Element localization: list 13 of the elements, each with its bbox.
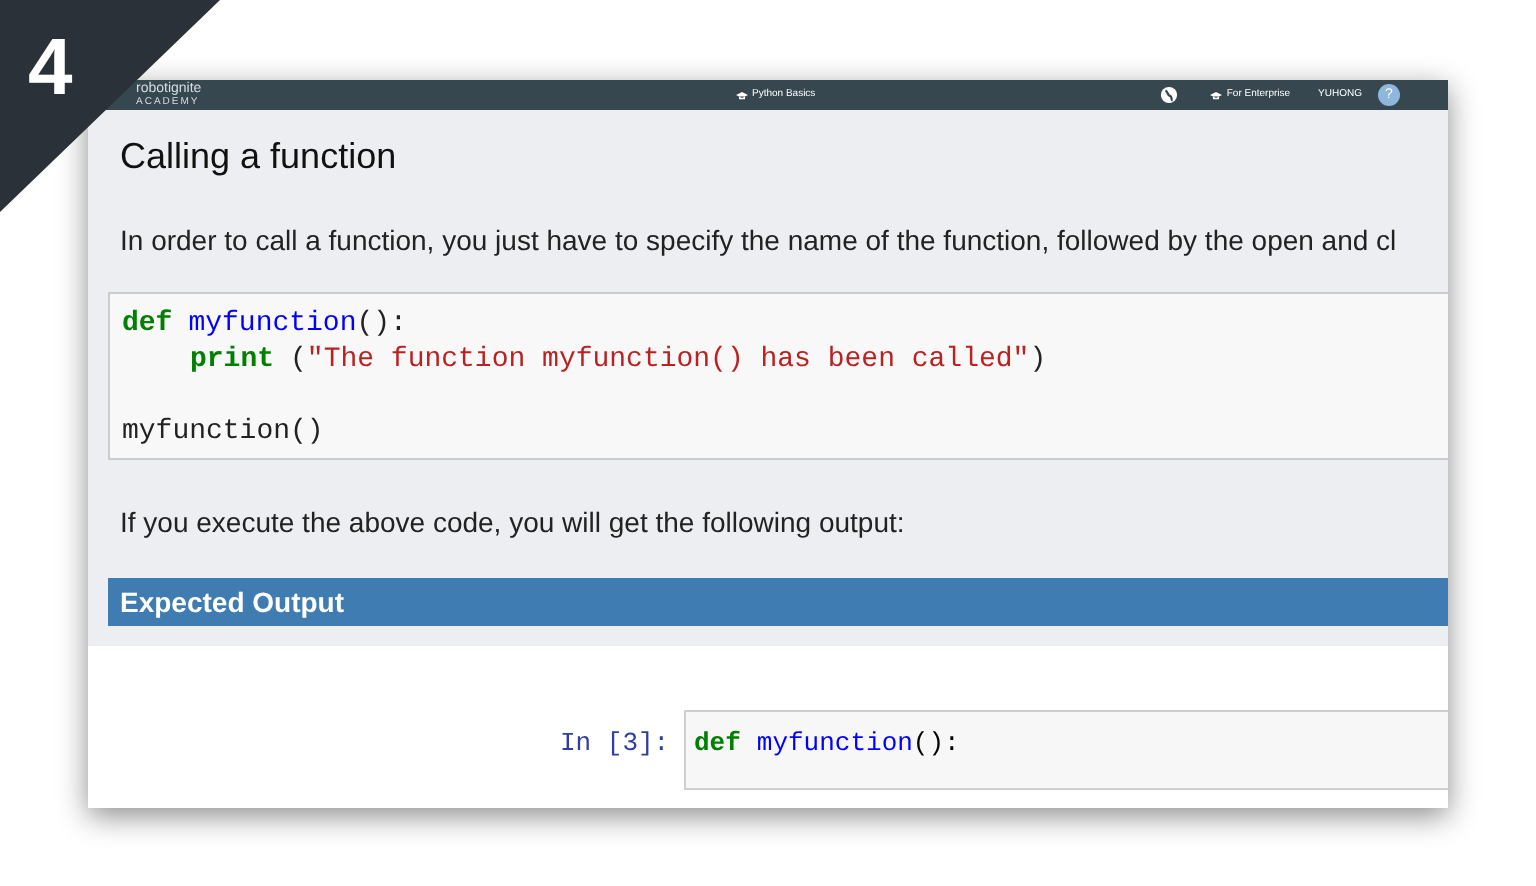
code-line: def myfunction():	[694, 726, 962, 762]
graduation-cap-icon	[736, 91, 748, 99]
graduation-cap-icon	[1210, 91, 1223, 99]
code-line: myfunction()	[122, 414, 326, 450]
section-header: Expected Output	[108, 578, 1448, 626]
globe-icon[interactable]	[1160, 86, 1179, 104]
paragraph: In order to call a function, you just have to specify the name of the function, followed by the open and cl	[120, 222, 1399, 258]
step-number: 4	[28, 24, 73, 112]
page-heading: Calling a function	[120, 134, 399, 180]
code-line: def myfunction():	[122, 306, 409, 342]
paragraph: If you execute the above code, you will get the following output:	[120, 504, 907, 540]
code-line: print ("The function myfunction() has been called")	[188, 342, 1049, 378]
cell-prompt: In [3]:	[560, 726, 672, 762]
